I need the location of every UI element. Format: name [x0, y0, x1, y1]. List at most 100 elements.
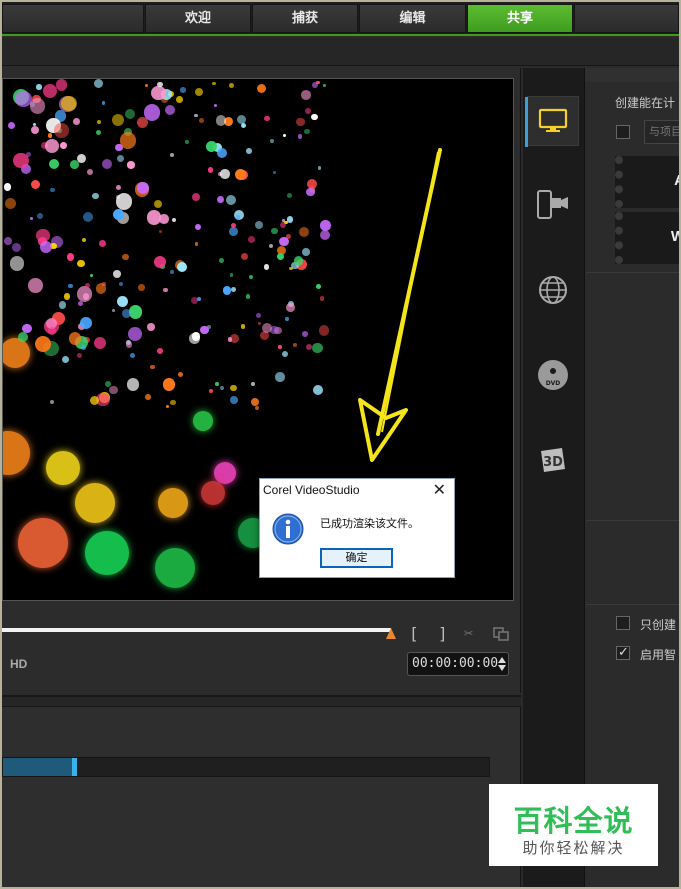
bokeh-particle: [278, 345, 282, 349]
tab-bar-left-fill: [2, 4, 144, 33]
bokeh-particle: [296, 117, 305, 127]
lower-strip: [2, 697, 521, 707]
bokeh-particle: [180, 86, 187, 93]
match-project-checkbox[interactable]: [616, 125, 630, 139]
computer-icon[interactable]: [525, 96, 579, 147]
mobile-device-icon[interactable]: [527, 180, 579, 230]
bokeh-particle: [275, 372, 285, 382]
bokeh-particle: [264, 115, 270, 121]
mark-out-icon[interactable]: ]: [438, 624, 448, 643]
bokeh-particle: [55, 79, 68, 92]
bokeh-particle: [304, 128, 310, 135]
only-create-checkbox[interactable]: [616, 616, 630, 630]
render-progress-bar: [2, 757, 490, 777]
bokeh-particle: [213, 103, 217, 107]
bokeh-particle: [163, 287, 168, 292]
copy-clip-icon[interactable]: [493, 627, 509, 641]
cut-scissors-icon[interactable]: ✂: [464, 624, 473, 642]
bokeh-particle: [129, 352, 135, 359]
bokeh-particle: [236, 114, 246, 124]
bokeh-particle: [109, 385, 118, 395]
web-globe-icon[interactable]: [527, 265, 579, 315]
dvd-disc-icon[interactable]: DVD: [527, 350, 579, 400]
bokeh-particle: [63, 293, 71, 300]
bokeh-particle: [75, 483, 115, 523]
bokeh-particle: [165, 104, 176, 115]
bokeh-particle: [9, 256, 25, 271]
format-tile-1[interactable]: A: [615, 156, 679, 208]
bokeh-particle: [206, 141, 217, 152]
bokeh-particle: [115, 193, 133, 211]
mark-in-icon[interactable]: [: [409, 624, 419, 643]
bokeh-particle: [67, 253, 75, 261]
bokeh-particle: [28, 277, 43, 293]
timecode-down-arrow-icon[interactable]: [498, 665, 506, 671]
bokeh-particle: [306, 187, 316, 197]
bokeh-particle: [312, 342, 323, 353]
info-icon: [272, 513, 304, 545]
options-divider-1: [586, 272, 679, 273]
bokeh-particle: [207, 167, 214, 174]
format-tile-2-label: W: [671, 228, 679, 245]
dialog-body: 已成功渲染该文件。 确定: [260, 501, 454, 577]
close-icon[interactable]: ✕: [433, 480, 446, 499]
bokeh-particle: [46, 451, 80, 485]
tab-share[interactable]: 共享: [467, 4, 573, 33]
bokeh-particle: [222, 286, 232, 295]
ok-button[interactable]: 确定: [320, 548, 393, 568]
3d-icon[interactable]: 3D: [527, 435, 579, 485]
format-tile-1-label: A: [674, 172, 679, 189]
bokeh-particle: [79, 317, 92, 330]
bokeh-particle: [17, 332, 28, 342]
bokeh-particle: [177, 371, 183, 377]
bokeh-particle: [82, 238, 87, 243]
tab-capture[interactable]: 捕获: [252, 4, 358, 33]
bokeh-particle: [251, 382, 256, 387]
bokeh-particle: [185, 140, 189, 144]
dialog-title: Corel VideoStudio: [263, 483, 360, 497]
bokeh-particle: [169, 152, 174, 157]
bokeh-particle: [293, 343, 297, 347]
bokeh-particle: [215, 382, 220, 387]
bokeh-particle: [101, 159, 113, 170]
bokeh-particle: [147, 322, 156, 331]
bokeh-particle: [96, 130, 102, 136]
bokeh-particle: [76, 353, 82, 359]
bokeh-particle: [70, 160, 79, 170]
bokeh-particle: [282, 350, 289, 357]
bokeh-particle: [319, 325, 330, 336]
scrub-bar[interactable]: [2, 628, 391, 632]
bokeh-particle: [293, 256, 304, 266]
bokeh-particle: [3, 338, 30, 368]
format-tile-2[interactable]: W: [615, 212, 679, 264]
tab-welcome[interactable]: 欢迎: [145, 4, 251, 33]
smart-render-label: 启用智: [640, 648, 677, 662]
bokeh-particle: [230, 384, 238, 392]
bokeh-particle: [146, 210, 162, 225]
only-create-label: 只创建: [640, 618, 677, 632]
bokeh-particle: [45, 138, 60, 153]
bokeh-particle: [216, 147, 228, 159]
tab-edit[interactable]: 编辑: [359, 4, 466, 33]
bokeh-particle: [128, 326, 143, 341]
timecode-up-arrow-icon[interactable]: [498, 657, 506, 663]
bokeh-particle: [12, 242, 22, 253]
match-project-field[interactable]: 与项目: [644, 120, 679, 144]
smart-render-checkbox[interactable]: [616, 644, 630, 660]
bokeh-particle: [101, 100, 106, 105]
bokeh-particle: [5, 197, 17, 209]
annotation-arrow: [358, 148, 442, 462]
bokeh-particle: [191, 192, 200, 201]
watermark-main-text: 百科全说: [513, 804, 634, 838]
bokeh-particle: [112, 208, 124, 220]
bokeh-particle: [229, 83, 235, 89]
bokeh-particle: [227, 337, 233, 343]
bokeh-particle: [317, 166, 322, 170]
bokeh-particle: [7, 121, 16, 130]
bokeh-particle: [13, 152, 29, 169]
bokeh-particle: [229, 396, 238, 405]
options-divider-2: [586, 520, 679, 521]
timecode-field[interactable]: 00:00:00:00: [407, 652, 509, 676]
bokeh-particle: [225, 194, 236, 205]
bokeh-particle: [99, 240, 107, 248]
